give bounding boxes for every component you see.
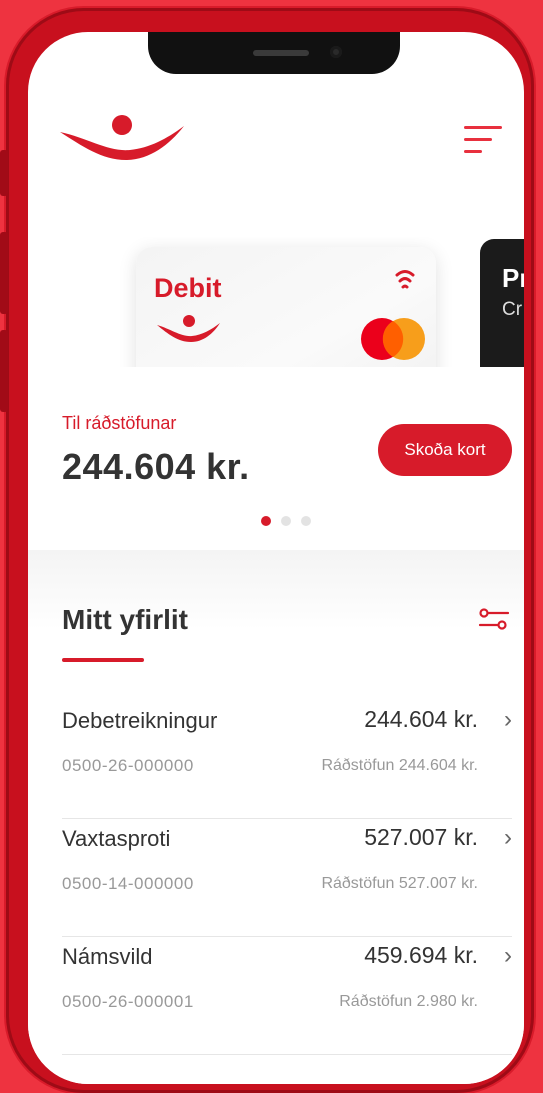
divider — [62, 936, 512, 937]
chevron-right-icon: › — [504, 942, 512, 969]
account-available: Ráðstöfun 244.604 kr. — [321, 757, 478, 774]
divider — [62, 1054, 512, 1055]
account-available: Ráðstöfun 2.980 kr. — [339, 993, 478, 1010]
available-amount: 244.604 kr. — [62, 446, 250, 487]
mastercard-icon — [361, 318, 425, 360]
account-amount: 527.007 kr. — [364, 824, 478, 850]
account-amount: 459.694 kr. — [364, 942, 478, 968]
phone-frame: Debit Pr Cr — [0, 8, 534, 1093]
account-number: 0500-14-000000 — [62, 874, 194, 893]
account-number: 0500-26-000000 — [62, 756, 194, 775]
account-name: Vaxtasproti — [62, 826, 171, 851]
next-card-title: Pr — [502, 263, 524, 293]
overview-section: Mitt yfirlit Debetreikningur 244.604 kr.… — [28, 550, 524, 1084]
account-number: 0500-26-000001 — [62, 992, 194, 1011]
account-name: Debetreikningur — [62, 708, 218, 733]
page-dot-active[interactable] — [261, 516, 271, 526]
next-card[interactable]: Pr Cr — [480, 239, 524, 367]
front-camera — [330, 46, 342, 58]
silent-switch — [0, 150, 8, 196]
page-dot[interactable] — [281, 516, 291, 526]
volume-up-button — [0, 232, 8, 314]
debit-card[interactable]: Debit — [136, 247, 436, 367]
overview-title: Mitt yfirlit — [62, 604, 188, 635]
card-brand-logo-icon — [157, 315, 220, 342]
chevron-right-icon: › — [504, 706, 512, 733]
next-card-subtitle: Cr — [502, 299, 523, 320]
card-carousel[interactable]: Debit Pr Cr — [28, 237, 524, 367]
speaker — [253, 50, 309, 56]
card-title: Debit — [154, 273, 222, 303]
volume-down-button — [0, 330, 8, 412]
account-amount: 244.604 kr. — [364, 706, 478, 732]
available-label: Til ráðstöfunar — [62, 413, 177, 433]
divider — [62, 818, 512, 819]
chevron-right-icon: › — [504, 824, 512, 851]
account-row[interactable]: Vaxtasproti 527.007 kr. › 0500-14-000000… — [62, 824, 512, 938]
account-row[interactable]: Debetreikningur 244.604 kr. › 0500-26-00… — [62, 706, 512, 820]
contactless-icon — [395, 270, 415, 289]
app-screen: Debit Pr Cr — [28, 32, 524, 1084]
notch — [148, 32, 400, 74]
page-dot[interactable] — [301, 516, 311, 526]
brand-logo-icon — [60, 115, 184, 160]
account-available: Ráðstöfun 527.007 kr. — [321, 875, 478, 892]
title-underline — [62, 658, 144, 662]
view-card-button[interactable]: Skoða kort — [378, 424, 512, 476]
account-row[interactable]: Námsvild 459.694 kr. › 0500-26-000001 Rá… — [62, 942, 512, 1056]
account-name: Námsvild — [62, 944, 153, 969]
filter-icon[interactable] — [476, 602, 512, 638]
menu-icon[interactable] — [464, 122, 502, 158]
